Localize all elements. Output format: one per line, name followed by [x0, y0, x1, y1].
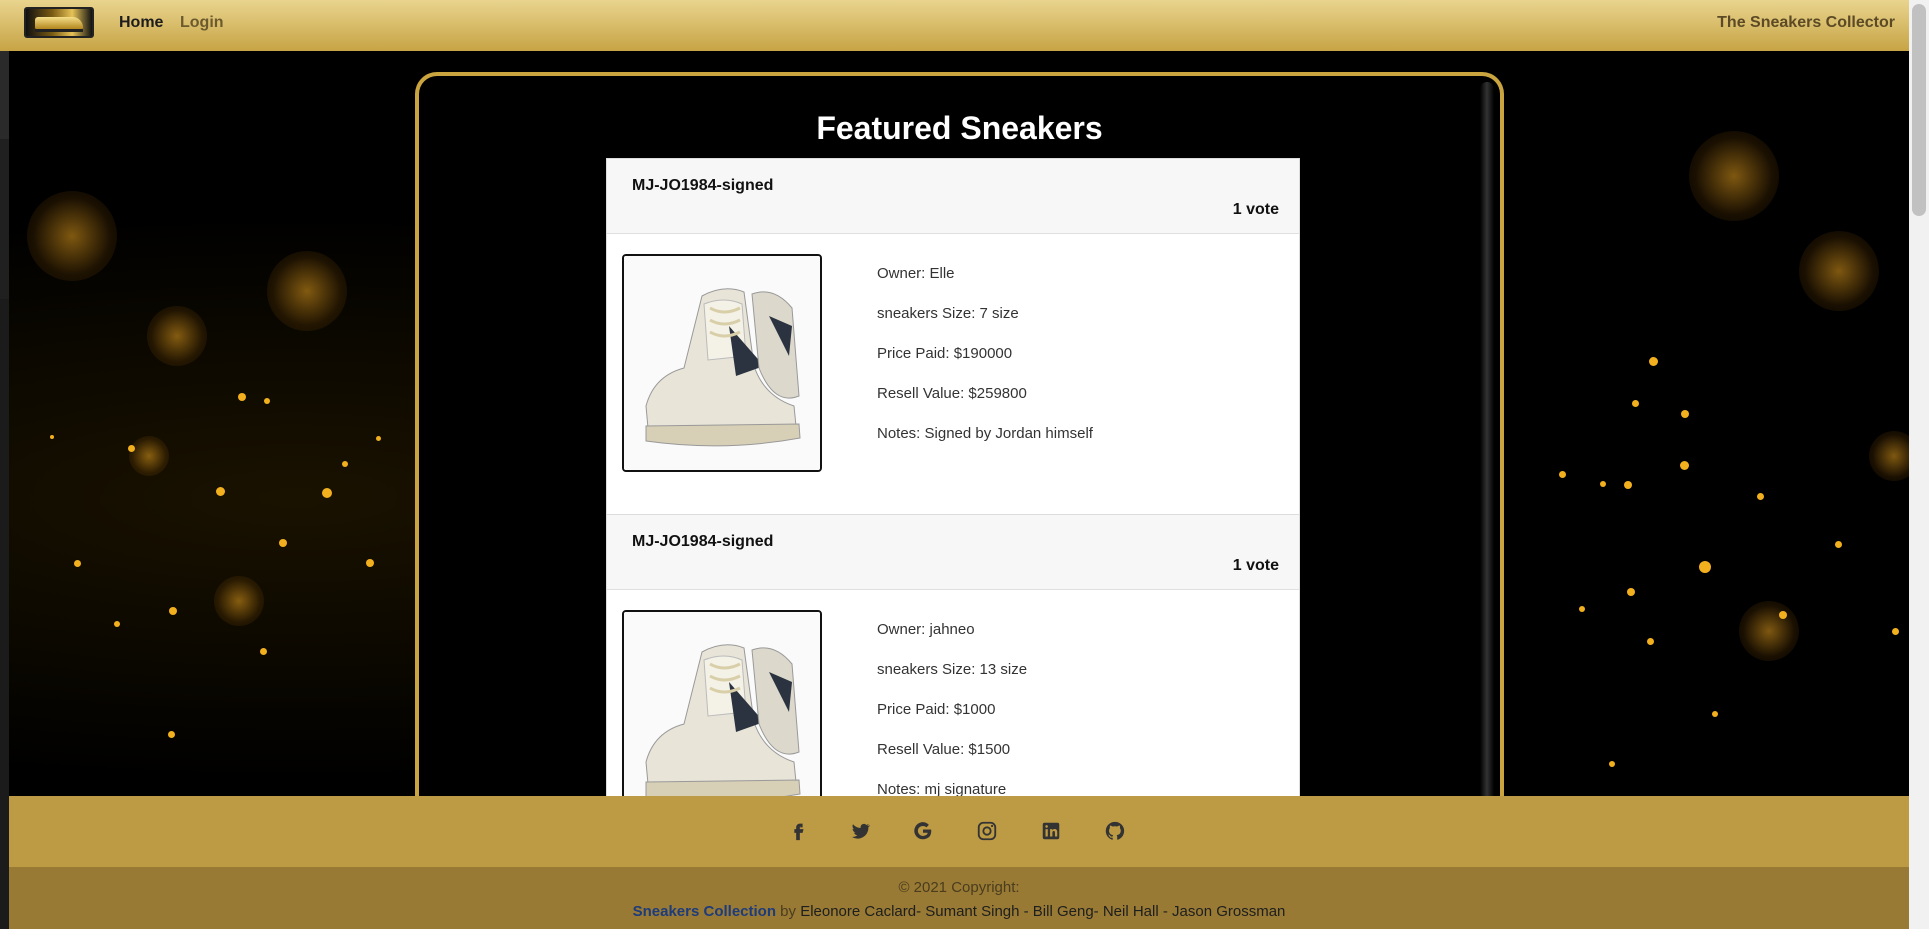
- notes-text: Notes: Signed by Jordan himself: [877, 425, 1093, 442]
- facebook-icon[interactable]: [787, 820, 809, 842]
- sneaker-details: Owner: jahneo sneakers Size: 13 size Pri…: [877, 610, 1027, 810]
- google-icon[interactable]: [912, 820, 934, 842]
- card-title: MJ-JO1984-signed: [632, 177, 774, 194]
- footer-social-bar: [9, 796, 1909, 867]
- sneaker-logo-icon: [35, 17, 83, 29]
- credits-line: Sneakers Collection by Eleonore Caclard-…: [9, 903, 1909, 920]
- scrollbar-thumb[interactable]: [1912, 4, 1926, 216]
- twitter-icon[interactable]: [849, 820, 871, 842]
- github-icon[interactable]: [1104, 820, 1126, 842]
- sneaker-details: Owner: Elle sneakers Size: 7 size Price …: [877, 254, 1093, 454]
- price-text: Price Paid: $1000: [877, 701, 996, 718]
- nav-brand-right[interactable]: The Sneakers Collector: [1717, 14, 1895, 32]
- by-text: by: [780, 903, 797, 920]
- card-title: MJ-JO1984-signed: [632, 533, 774, 550]
- price-text: Price Paid: $190000: [877, 345, 1013, 362]
- size-text: sneakers Size: 7 size: [877, 305, 1019, 322]
- page-title: Featured Sneakers: [816, 110, 1103, 146]
- card-body: Owner: Elle sneakers Size: 7 size Price …: [607, 234, 1299, 514]
- instagram-icon[interactable]: [976, 820, 998, 842]
- copyright-text: © 2021 Copyright:: [898, 879, 1020, 896]
- owner-text: Owner: Elle: [877, 265, 955, 282]
- site-name-link[interactable]: Sneakers Collection: [633, 903, 776, 920]
- nav-login-link[interactable]: Login: [180, 14, 224, 32]
- size-text: sneakers Size: 13 size: [877, 661, 1028, 678]
- footer-credits: © 2021 Copyright: Sneakers Collection by…: [9, 867, 1909, 929]
- featured-frame: Featured Sneakers MJ-JO1984-signed 1 vot…: [415, 72, 1504, 871]
- left-strip-segment: [0, 51, 9, 139]
- owner-text: Owner: jahneo: [877, 621, 975, 638]
- card-header: MJ-JO1984-signed 1 vote: [607, 515, 1299, 590]
- resell-text: Resell Value: $1500: [877, 741, 1011, 758]
- left-window-strip: [0, 0, 9, 929]
- sneaker-card[interactable]: MJ-JO1984-signed 1 vote Owner: Elle snea…: [606, 158, 1300, 515]
- card-header: MJ-JO1984-signed 1 vote: [607, 159, 1299, 234]
- vote-count: 1 vote: [1232, 557, 1279, 574]
- left-strip-segment: [0, 139, 9, 299]
- linkedin-icon[interactable]: [1040, 820, 1062, 842]
- brand-logo[interactable]: [24, 7, 94, 38]
- authors-text: Eleonore Caclard- Sumant Singh - Bill Ge…: [800, 903, 1286, 920]
- resell-text: Resell Value: $259800: [877, 385, 1027, 402]
- page-scrollbar[interactable]: [1909, 0, 1929, 929]
- nav-home-link[interactable]: Home: [119, 14, 163, 32]
- sneaker-photo[interactable]: [622, 254, 822, 472]
- vote-count: 1 vote: [1232, 201, 1279, 218]
- top-navbar: Home Login The Sneakers Collector: [0, 0, 1909, 51]
